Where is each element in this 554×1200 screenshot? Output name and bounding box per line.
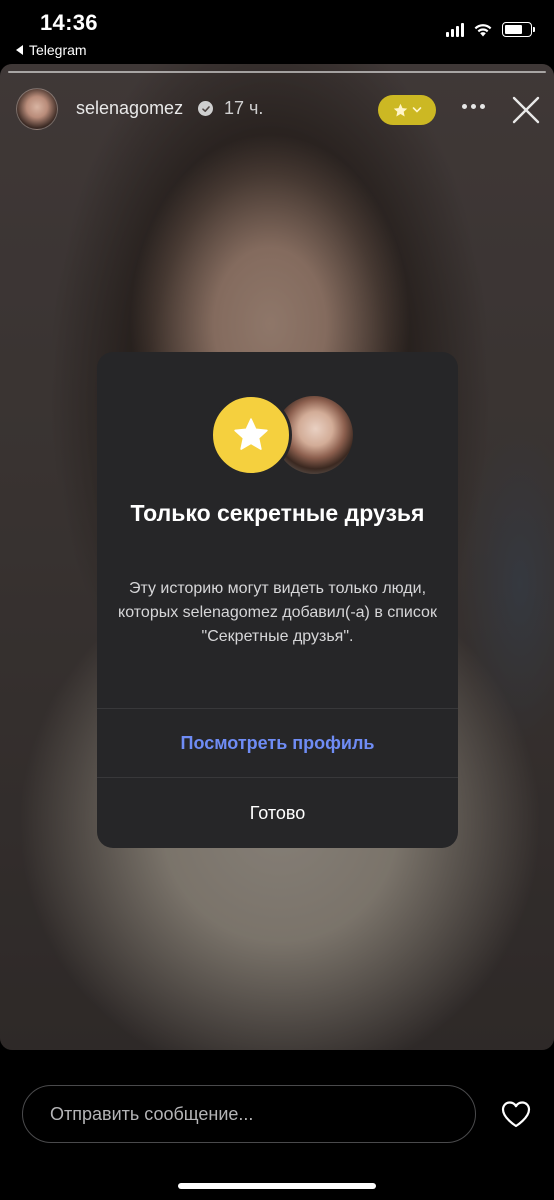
dialog-icons — [210, 394, 355, 478]
verified-badge-icon — [198, 101, 213, 116]
avatar[interactable] — [16, 88, 58, 130]
dialog-description: Эту историю могут видеть только люди, ко… — [118, 580, 437, 645]
story-header: selenagomez 17 ч. — [0, 64, 554, 154]
back-to-app-button[interactable]: Telegram — [16, 42, 87, 58]
status-time: 14:36 — [40, 10, 98, 35]
message-placeholder: Отправить сообщение... — [50, 1103, 254, 1124]
heart-icon[interactable] — [500, 1099, 532, 1129]
more-dots-icon[interactable] — [462, 104, 485, 109]
story-username[interactable]: selenagomez — [76, 98, 183, 119]
dialog-title: Только секретные друзья — [130, 500, 425, 526]
close-friends-dialog: Только секретные друзья Эту историю могу… — [97, 352, 458, 848]
home-indicator — [178, 1183, 376, 1189]
star-icon — [393, 103, 408, 116]
battery-icon — [502, 22, 535, 37]
done-button[interactable]: Готово — [97, 778, 458, 848]
star-icon — [210, 394, 292, 476]
view-profile-button[interactable]: Посмотреть профиль — [97, 709, 458, 777]
wifi-icon — [474, 24, 492, 37]
back-app-label: Telegram — [29, 42, 87, 58]
status-bar: 14:36 Telegram — [0, 0, 554, 64]
close-friends-badge[interactable] — [378, 95, 436, 125]
cellular-signal-icon — [446, 22, 464, 37]
status-icons — [446, 22, 535, 37]
back-arrow-icon — [16, 45, 23, 55]
story-time-ago: 17 ч. — [224, 98, 264, 118]
close-icon[interactable] — [511, 95, 541, 125]
message-input[interactable]: Отправить сообщение... — [22, 1085, 476, 1143]
chevron-down-icon — [412, 107, 422, 113]
